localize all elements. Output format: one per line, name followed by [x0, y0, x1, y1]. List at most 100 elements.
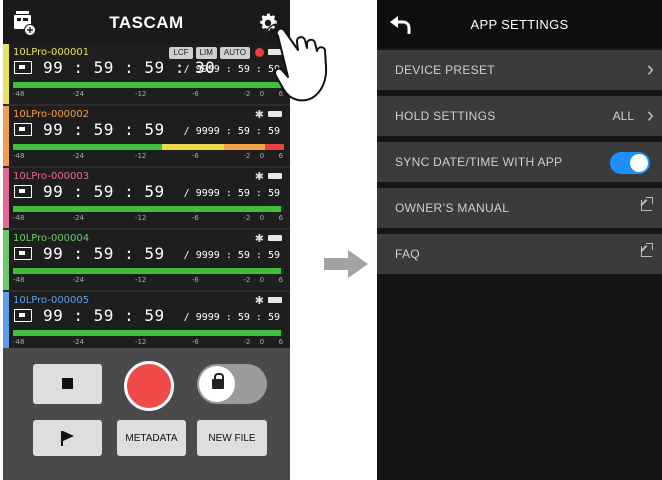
page-title: APP SETTINGS: [470, 17, 569, 32]
settings-item-hold-settings[interactable]: HOLD SETTINGS ALL ›: [377, 96, 662, 136]
bluetooth-icon: ✱: [254, 109, 264, 121]
scale-label: -2: [243, 214, 251, 222]
level-meter-segment: [13, 268, 282, 274]
settings-item-label: HOLD SETTINGS: [395, 109, 496, 123]
remaining-time: / 9999 : 59 : 59: [183, 126, 280, 137]
pointing-hand-icon: [265, 23, 328, 102]
scale-label: -24: [72, 152, 85, 160]
settings-item-sync-date-time-with-app[interactable]: SYNC DATE/TIME WITH APP: [377, 142, 662, 182]
scale-label: -48: [13, 152, 25, 160]
scale-label: -48: [13, 214, 25, 222]
stop-icon: [62, 378, 73, 389]
level-meter: [13, 206, 284, 212]
settings-item-label: OWNER’S MANUAL: [395, 201, 510, 215]
level-meter-segment: [13, 144, 163, 150]
settings-item-label: SYNC DATE/TIME WITH APP: [395, 155, 563, 169]
app-settings-screen: APP SETTINGS DEVICE PRESET › HOLD SETTINGS…: [377, 0, 662, 480]
bluetooth-icon: ✱: [254, 295, 264, 307]
scale-label: 0: [259, 152, 265, 160]
record-status-icon: [14, 247, 32, 260]
scale-label: 6: [278, 214, 284, 222]
brand-logo: TASCAM: [109, 13, 184, 32]
scale-label: -24: [72, 276, 85, 284]
elapsed-time: 99 : 59 : 59: [43, 306, 165, 325]
elapsed-time: 99 : 59 : 59: [43, 182, 165, 201]
settings-header: APP SETTINGS: [377, 0, 662, 48]
recorder-name: 10LPro-000005: [13, 295, 90, 306]
stop-button[interactable]: [33, 364, 102, 404]
record-status-icon: [14, 61, 32, 74]
recorder-name: 10LPro-000003: [13, 171, 90, 182]
level-meter-segment: [13, 206, 282, 212]
new-file-button[interactable]: NEW FILE: [197, 420, 267, 456]
level-meter-segment: [162, 144, 225, 150]
level-meter-segment: [13, 82, 282, 88]
settings-item-owner-s-manual[interactable]: OWNER’S MANUAL: [377, 188, 662, 228]
scale-label: -6: [191, 276, 199, 284]
scale-label: -6: [191, 90, 199, 98]
chevron-right-icon: ›: [646, 56, 654, 81]
lock-toggle[interactable]: [197, 364, 267, 404]
bluetooth-icon: ✱: [254, 171, 264, 183]
external-link-icon: [641, 197, 653, 211]
scale-label: -6: [191, 338, 199, 346]
recorder-row[interactable]: 10LPro-000003 ✱ 99 : 59 : 59 / 9999 : 59 : …: [3, 168, 290, 230]
transport-controls: METADATA NEW FILE: [3, 348, 290, 480]
mark-button[interactable]: [33, 420, 102, 456]
scale-label: 0: [259, 276, 265, 284]
battery-icon: [268, 173, 282, 179]
recorder-row[interactable]: 10LPro-000005 ✱ 99 : 59 : 59 / 9999 : 59 : …: [3, 292, 290, 354]
scale-label: -48: [13, 276, 25, 284]
metadata-button[interactable]: METADATA: [117, 420, 186, 456]
lock-icon: [212, 373, 224, 389]
sync-toggle[interactable]: [610, 152, 650, 174]
chevron-right-icon: ›: [646, 102, 654, 127]
settings-item-device-preset[interactable]: DEVICE PRESET ›: [377, 50, 662, 90]
record-button[interactable]: [124, 361, 174, 411]
recorder-row[interactable]: 10LPro-000002 ✱ 99 : 59 : 59 / 9999 : 59 : …: [3, 106, 290, 168]
record-status-icon: [14, 185, 32, 198]
scale-label: -12: [134, 276, 147, 284]
scale-label: -24: [72, 338, 85, 346]
scale-label: -12: [134, 152, 147, 160]
status-badge: AUTO: [219, 47, 250, 59]
remaining-time: / 9999 : 59 : 59: [183, 188, 280, 199]
elapsed-time: 99 : 59 : 59: [43, 120, 165, 139]
level-meter: [13, 144, 284, 150]
scale-label: -2: [243, 152, 251, 160]
meter-scale: -48 -24 -12 -6 -2 0 6: [13, 338, 284, 348]
top-bar: TASCAM: [3, 0, 290, 44]
recorder-list: 10LPro-000001 LCF LIM AUTO 99 : 59 : 59 : 30…: [3, 44, 290, 354]
scale-label: 0: [259, 214, 265, 222]
record-status-icon: [14, 123, 32, 136]
settings-item-label: FAQ: [395, 247, 420, 261]
recorder-row[interactable]: 10LPro-000004 ✱ 99 : 59 : 59 / 9999 : 59 : …: [3, 230, 290, 292]
scale-label: -48: [13, 338, 25, 346]
scale-label: -2: [243, 276, 251, 284]
settings-menu: DEVICE PRESET › HOLD SETTINGS ALL › SYNC DATE…: [377, 50, 662, 280]
meter-scale: -48 -24 -12 -6 -2 0 6: [13, 90, 284, 100]
level-meter-segment: [224, 144, 266, 150]
recorder-name: 10LPro-000004: [13, 233, 90, 244]
scale-label: -6: [191, 214, 199, 222]
meter-scale: -48 -24 -12 -6 -2 0 6: [13, 152, 284, 162]
toggle-knob: [630, 154, 648, 172]
recorder-color-stripe: [3, 168, 9, 228]
scale-label: -12: [134, 214, 147, 222]
meter-scale: -48 -24 -12 -6 -2 0 6: [13, 276, 284, 286]
battery-icon: [268, 111, 282, 117]
battery-icon: [268, 235, 282, 241]
scale-label: -12: [134, 338, 147, 346]
recording-indicator: [255, 48, 264, 57]
settings-item-faq[interactable]: FAQ: [377, 234, 662, 274]
scale-label: 6: [278, 276, 284, 284]
battery-icon: [268, 297, 282, 303]
remaining-time: / 9999 : 59 : 59: [183, 312, 280, 323]
meter-scale: -48 -24 -12 -6 -2 0 6: [13, 214, 284, 224]
scale-label: -24: [72, 214, 85, 222]
scale-label: -6: [191, 152, 199, 160]
settings-item-label: DEVICE PRESET: [395, 63, 495, 77]
lock-knob: [199, 366, 235, 402]
recorder-color-stripe: [3, 44, 9, 104]
recorder-row[interactable]: 10LPro-000001 LCF LIM AUTO 99 : 59 : 59 : 30…: [3, 44, 290, 106]
